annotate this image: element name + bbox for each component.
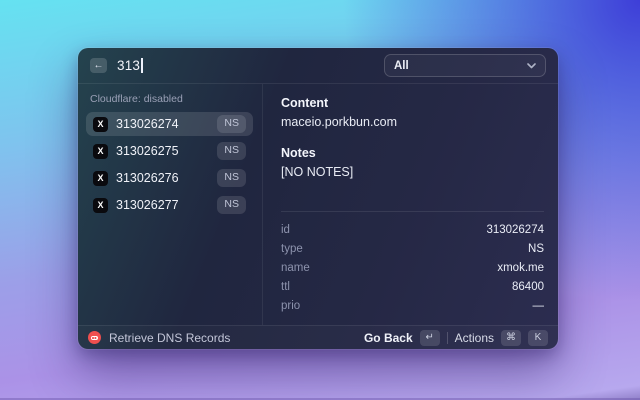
- list-item[interactable]: X 313026275 NS: [86, 139, 253, 163]
- list-item[interactable]: X 313026276 NS: [86, 166, 253, 190]
- footer-actions: Go Back ↵ Actions ⌘ K: [364, 330, 548, 346]
- list-section-title: Cloudflare: disabled: [86, 90, 253, 112]
- content-value: maceio.porkbun.com: [281, 115, 544, 129]
- search-value: 313: [117, 58, 140, 73]
- domain-favicon-icon: X: [93, 144, 108, 159]
- metadata-row: type NS: [281, 239, 544, 258]
- record-id-label: 313026275: [116, 144, 179, 158]
- go-back-label: Go Back: [364, 331, 413, 345]
- content-heading: Content: [281, 96, 544, 110]
- metadata-table: id 313026274 type NS name xmok.me ttl 86…: [281, 211, 544, 325]
- desktop-background: { "icons": { "back": "←", "return_key": …: [0, 0, 640, 400]
- notes-heading: Notes: [281, 146, 544, 160]
- k-key-label: K: [528, 330, 548, 346]
- metadata-row: id 313026274: [281, 220, 544, 239]
- notes-value: [NO NOTES]: [281, 165, 544, 179]
- go-back-button[interactable]: Go Back ↵: [364, 330, 440, 346]
- back-button[interactable]: ←: [90, 58, 107, 73]
- raycast-window: ← 313 All Cloudflare: disabled X 3130262…: [78, 48, 558, 349]
- record-id-label: 313026276: [116, 171, 179, 185]
- chevron-down-icon: [527, 63, 536, 69]
- search-header: ← 313 All: [78, 48, 558, 84]
- domain-favicon-icon: X: [93, 117, 108, 132]
- record-id-label: 313026277: [116, 198, 179, 212]
- record-id-label: 313026274: [116, 117, 179, 131]
- back-arrow-icon: ←: [94, 61, 104, 71]
- metadata-value: —: [533, 300, 545, 312]
- metadata-label: name: [281, 262, 310, 274]
- porkbun-logo-icon: [88, 331, 101, 344]
- command-name: Retrieve DNS Records: [109, 331, 230, 345]
- action-bar: Retrieve DNS Records Go Back ↵ Actions ⌘…: [78, 325, 558, 349]
- metadata-label: type: [281, 243, 303, 255]
- record-type-badge: NS: [217, 196, 246, 214]
- metadata-row: name xmok.me: [281, 258, 544, 277]
- actions-menu-button[interactable]: Actions ⌘ K: [455, 330, 548, 346]
- filter-selected-value: All: [394, 60, 409, 72]
- text-cursor: [141, 58, 143, 73]
- list-item[interactable]: X 313026277 NS: [86, 193, 253, 217]
- list-item[interactable]: X 313026274 NS: [86, 112, 253, 136]
- metadata-row: ttl 86400: [281, 277, 544, 296]
- metadata-label: prio: [281, 300, 300, 312]
- record-type-badge: NS: [217, 142, 246, 160]
- search-input[interactable]: 313: [117, 58, 143, 73]
- command-key-icon: ⌘: [501, 330, 521, 346]
- filter-dropdown[interactable]: All: [384, 54, 546, 77]
- dns-record-list: Cloudflare: disabled X 313026274 NS X 31…: [78, 84, 263, 325]
- metadata-value: 313026274: [486, 224, 544, 236]
- record-type-badge: NS: [217, 169, 246, 187]
- main-body: Cloudflare: disabled X 313026274 NS X 31…: [78, 84, 558, 325]
- metadata-value: xmok.me: [497, 262, 544, 274]
- metadata-value: NS: [528, 243, 544, 255]
- actions-label: Actions: [455, 331, 494, 345]
- metadata-label: ttl: [281, 281, 290, 293]
- return-key-icon: ↵: [420, 330, 440, 346]
- domain-favicon-icon: X: [93, 198, 108, 213]
- metadata-label: id: [281, 224, 290, 236]
- domain-favicon-icon: X: [93, 171, 108, 186]
- record-detail-panel: Content maceio.porkbun.com Notes [NO NOT…: [263, 84, 558, 325]
- metadata-row: prio —: [281, 296, 544, 315]
- footer-divider: [447, 332, 448, 344]
- metadata-value: 86400: [512, 281, 544, 293]
- record-type-badge: NS: [217, 115, 246, 133]
